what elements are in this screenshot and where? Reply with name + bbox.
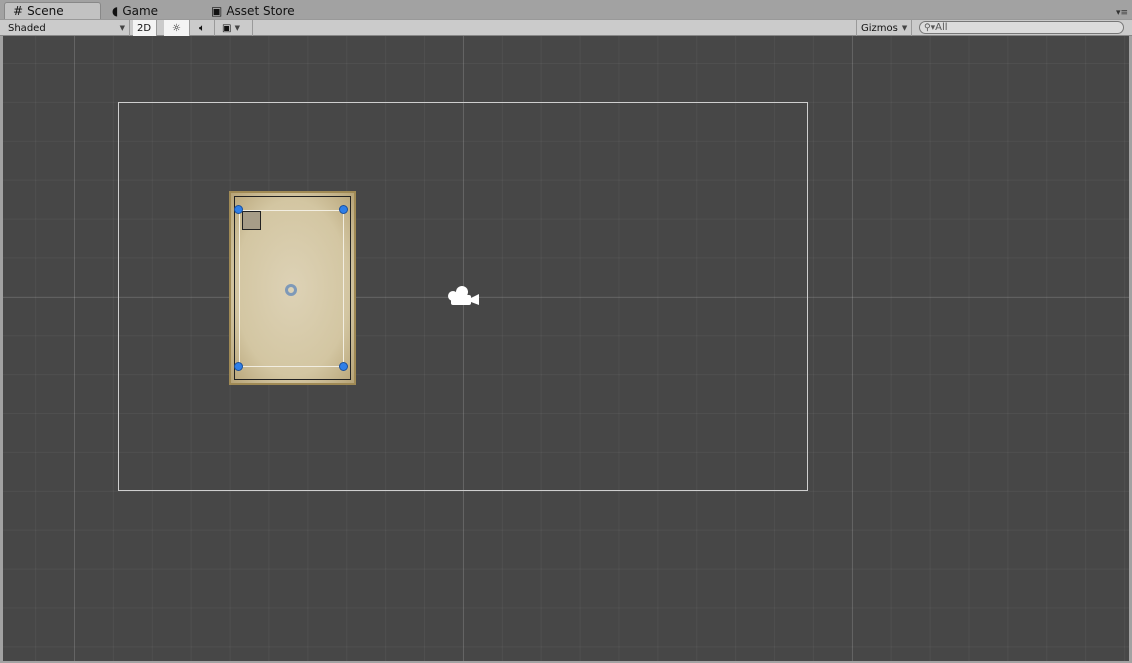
gizmos-dropdown[interactable]: Gizmos ▼ bbox=[856, 20, 912, 36]
resize-handle-bottom-right[interactable] bbox=[339, 362, 348, 371]
tab-scene[interactable]: # Scene bbox=[4, 2, 101, 19]
resize-handle-bottom-left[interactable] bbox=[234, 362, 243, 371]
sun-icon: ☼ bbox=[172, 22, 181, 34]
chevron-down-icon: ▼ bbox=[119, 24, 125, 32]
chevron-down-icon: ▼ bbox=[901, 24, 908, 32]
shading-mode-dropdown[interactable]: Shaded ▼ bbox=[4, 20, 130, 36]
card-sprite[interactable] bbox=[229, 191, 356, 385]
bag-icon: ▣ bbox=[211, 3, 223, 18]
panel-menu-icon[interactable]: ▾≡ bbox=[1116, 8, 1128, 18]
search-icon: ⚲▾ bbox=[924, 22, 936, 33]
resize-handle-top-left[interactable] bbox=[234, 205, 243, 214]
pivot-handle[interactable] bbox=[285, 284, 297, 296]
tab-bar: # Scene ◖ Game ▣ Asset Store ▾≡ bbox=[0, 0, 1132, 19]
audio-toggle[interactable]: 🔈︎ bbox=[190, 20, 215, 36]
pacman-icon: ◖ bbox=[112, 3, 119, 18]
tab-game[interactable]: ◖ Game bbox=[104, 2, 166, 19]
camera-icon[interactable] bbox=[445, 284, 481, 310]
grid-icon: # bbox=[13, 4, 24, 18]
tab-asset-store[interactable]: ▣ Asset Store bbox=[203, 2, 303, 19]
chevron-down-icon: ▼ bbox=[234, 24, 241, 32]
resize-handle-top-right[interactable] bbox=[339, 205, 348, 214]
2d-toggle[interactable]: 2D bbox=[133, 20, 157, 36]
lighting-toggle[interactable]: ☼ bbox=[164, 20, 190, 36]
scene-toolbar: Shaded ▼ 2D ☼ 🔈︎ ▣ ▼ Gizmos ▼ ⚲▾ All bbox=[0, 19, 1132, 36]
search-input[interactable]: ⚲▾ All bbox=[919, 21, 1124, 34]
effects-dropdown[interactable]: ▣ ▼ bbox=[218, 20, 253, 36]
scene-viewport[interactable] bbox=[3, 36, 1129, 661]
speaker-icon: 🔈︎ bbox=[199, 22, 205, 34]
image-icon: ▣ bbox=[222, 22, 232, 34]
